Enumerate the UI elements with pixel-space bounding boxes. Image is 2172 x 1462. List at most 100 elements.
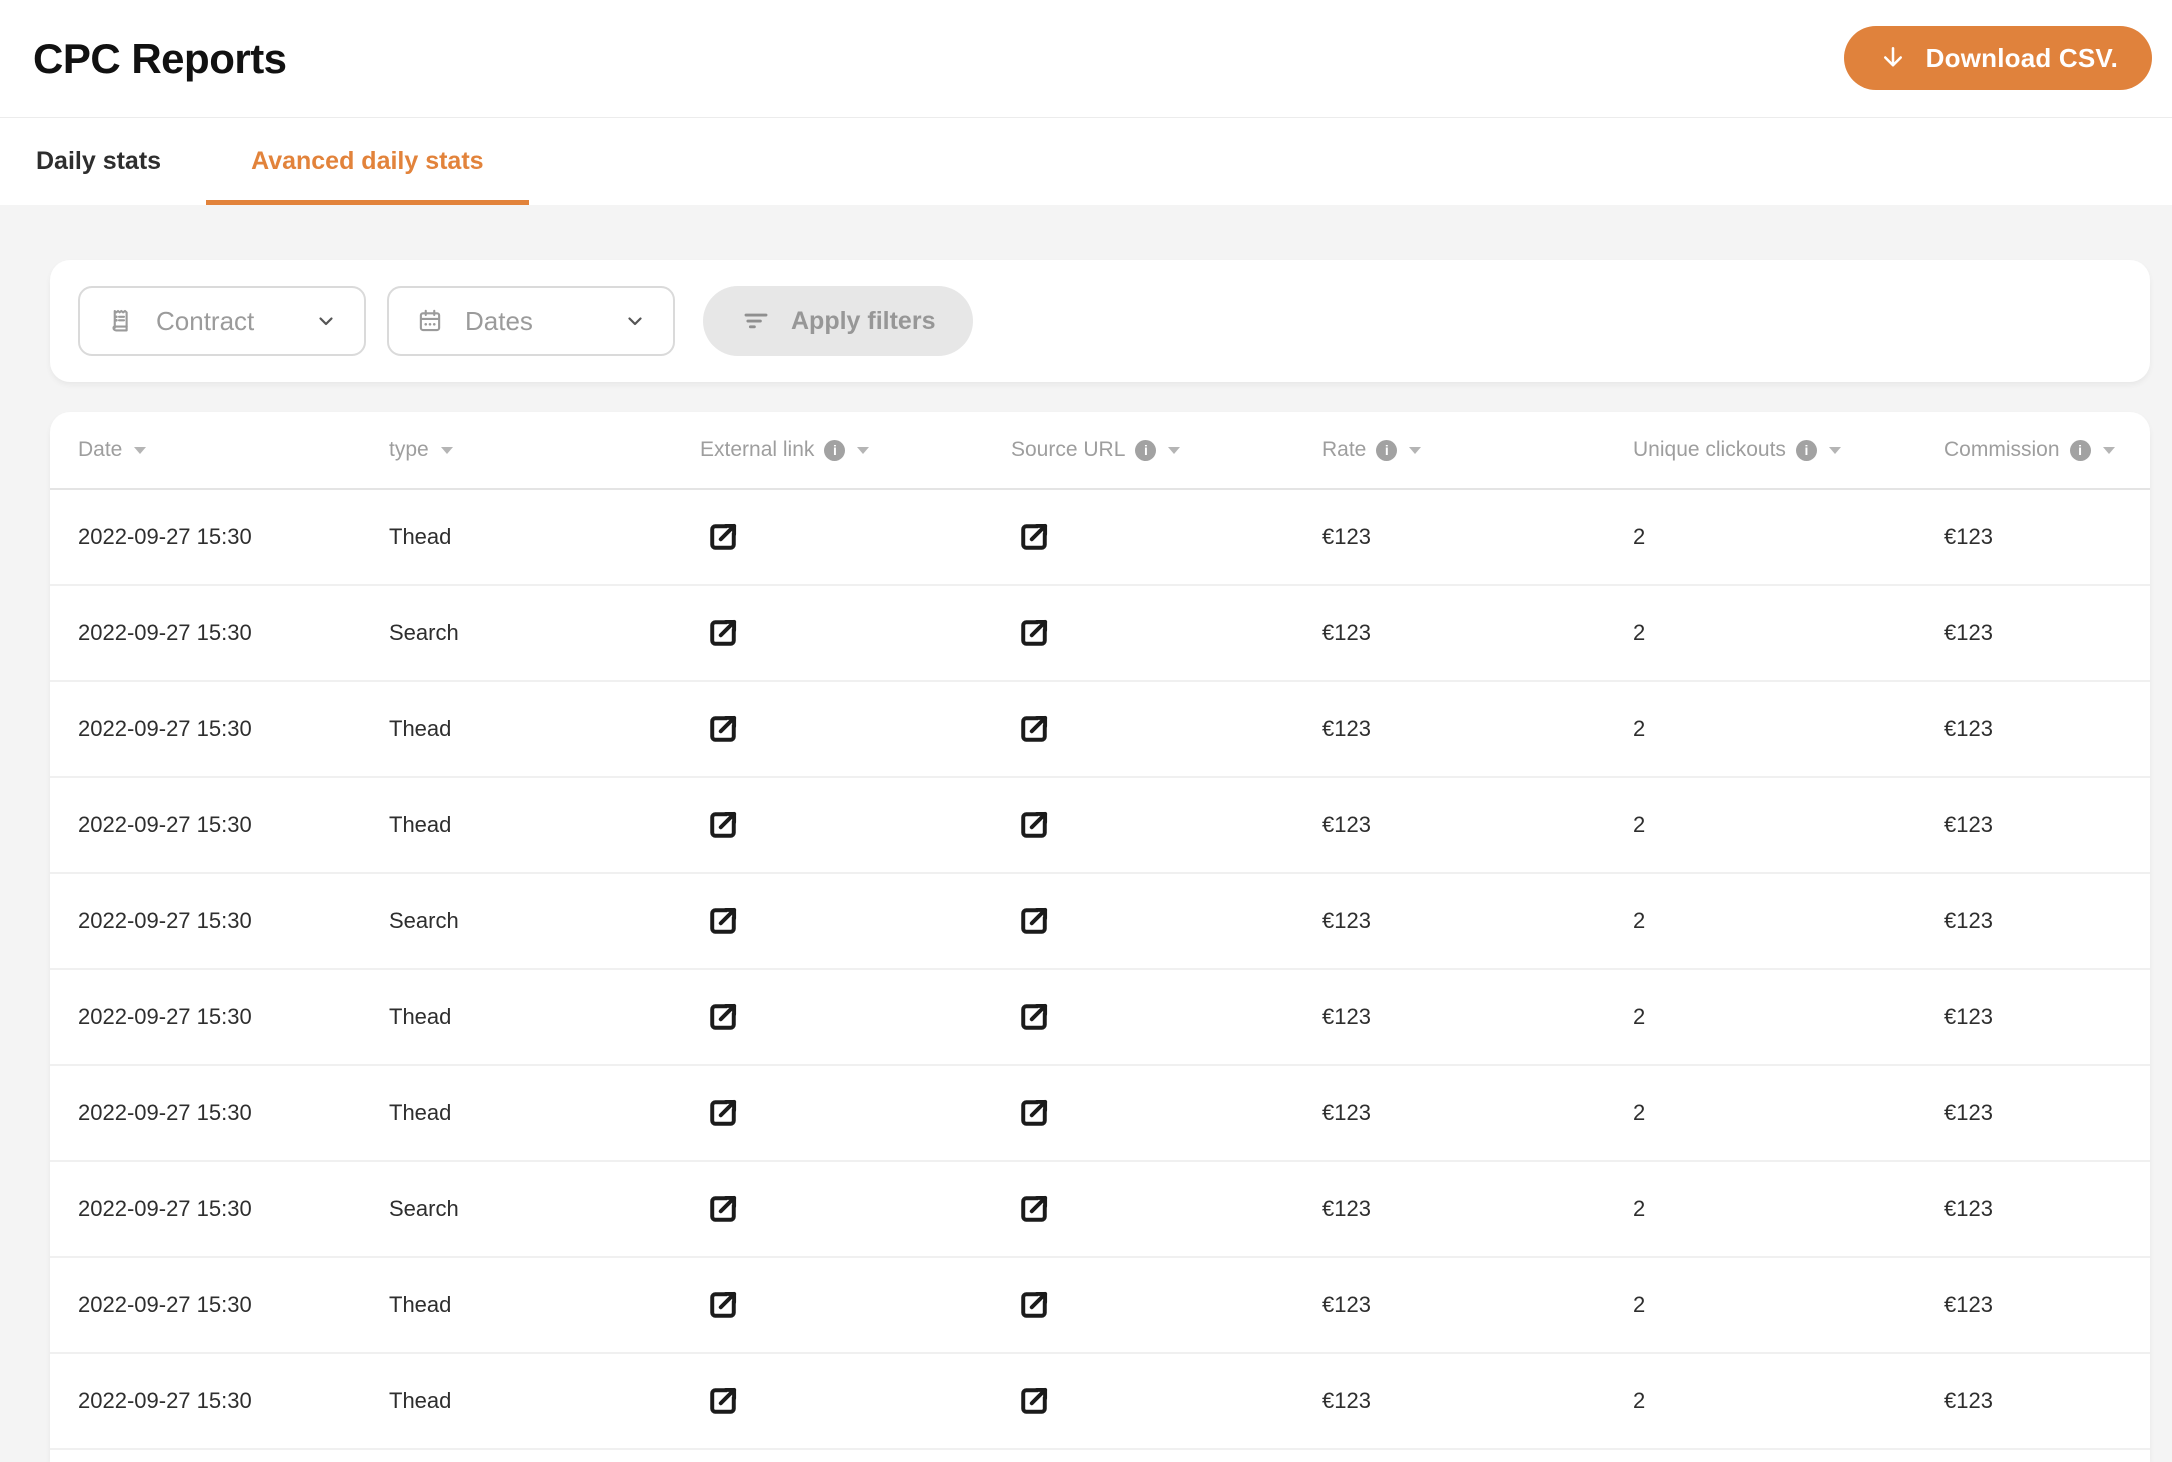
cell-commission: €123 (1916, 620, 2150, 646)
column-header-external-link[interactable]: External link i (672, 438, 983, 462)
cell-type: Thead (361, 524, 672, 550)
column-label: Commission (1944, 438, 2060, 461)
sort-caret-icon[interactable] (1828, 446, 1841, 454)
cell-unique-clickouts: 2 (1605, 1196, 1916, 1222)
apply-filters-button[interactable]: Apply filters (703, 286, 974, 356)
sort-caret-icon[interactable] (1409, 446, 1422, 454)
dates-select-value: Dates (465, 305, 533, 336)
column-header-rate[interactable]: Rate i (1294, 438, 1605, 462)
unique-clickouts-value: 2 (1633, 524, 1646, 549)
info-icon[interactable]: i (1135, 439, 1157, 461)
table-row: 2022-09-27 15:30 Thead €123 2 €123 (50, 1258, 2150, 1354)
download-csv-button[interactable]: Download CSV. (1843, 26, 2152, 90)
cell-unique-clickouts: 2 (1605, 1292, 1916, 1318)
date-value: 2022-09-27 15:30 (78, 524, 252, 549)
cell-source-url (983, 518, 1294, 556)
cell-commission: €123 (1916, 524, 2150, 550)
chevron-down-icon (314, 309, 338, 333)
unique-clickouts-value: 2 (1633, 620, 1646, 645)
cell-source-url (983, 1094, 1294, 1132)
cell-external-link (672, 1286, 983, 1324)
commission-value: €123 (1944, 1388, 1993, 1413)
date-value: 2022-09-27 15:30 (78, 1388, 252, 1413)
column-header-unique-clickouts[interactable]: Unique clickouts i (1605, 438, 1916, 462)
external-link-icon[interactable] (704, 710, 742, 748)
column-label: Unique clickouts (1633, 438, 1786, 461)
column-header-commission[interactable]: Commission i (1916, 438, 2150, 462)
cell-commission: €123 (1916, 1196, 2150, 1222)
table-row: 2022-09-27 15:30 Thead €123 2 €123 (50, 682, 2150, 778)
type-value: Thead (389, 812, 452, 837)
commission-value: €123 (1944, 1100, 1993, 1125)
commission-value: €123 (1944, 1196, 1993, 1221)
column-label: Source URL (1011, 438, 1126, 461)
sort-caret-icon[interactable] (2102, 446, 2115, 454)
source-url-link-icon[interactable] (1015, 1286, 1053, 1324)
sort-caret-icon[interactable] (134, 446, 147, 454)
external-link-icon[interactable] (704, 1190, 742, 1228)
source-url-link-icon[interactable] (1015, 806, 1053, 844)
info-icon[interactable]: i (1795, 439, 1817, 461)
cell-date: 2022-09-27 15:30 (50, 908, 361, 934)
date-value: 2022-09-27 15:30 (78, 1100, 252, 1125)
external-link-icon[interactable] (704, 998, 742, 1036)
filter-lines-icon (741, 306, 771, 336)
source-url-link-icon[interactable] (1015, 1382, 1053, 1420)
source-url-link-icon[interactable] (1015, 710, 1053, 748)
apply-filters-label: Apply filters (791, 306, 936, 335)
type-value: Search (389, 1196, 459, 1221)
rate-value: €123 (1322, 716, 1371, 741)
cell-unique-clickouts: 2 (1605, 1100, 1916, 1126)
sort-caret-icon[interactable] (857, 446, 870, 454)
cell-date: 2022-09-27 15:30 (50, 1004, 361, 1030)
table-row: 2022-09-27 15:30 Thead €123 2 €123 (50, 970, 2150, 1066)
column-header-source-url[interactable]: Source URL i (983, 438, 1294, 462)
cell-date: 2022-09-27 15:30 (50, 812, 361, 838)
download-csv-label: Download CSV. (1925, 42, 2118, 73)
column-header-date[interactable]: Date (50, 438, 361, 462)
unique-clickouts-value: 2 (1633, 908, 1646, 933)
info-icon[interactable]: i (2069, 439, 2091, 461)
table-row: 2022-09-27 15:30 Search €123 2 €123 (50, 586, 2150, 682)
cell-rate: €123 (1294, 716, 1605, 742)
column-label: type (389, 438, 429, 461)
unique-clickouts-value: 2 (1633, 812, 1646, 837)
cell-type: Thead (361, 1100, 672, 1126)
cell-type: Thead (361, 1388, 672, 1414)
dates-select[interactable]: Dates (387, 286, 675, 356)
cell-commission: €123 (1916, 812, 2150, 838)
tab-daily-stats[interactable]: Daily stats (36, 118, 206, 205)
source-url-link-icon[interactable] (1015, 614, 1053, 652)
table-row: 2022-09-27 15:30 Search €123 2 €123 (50, 874, 2150, 970)
external-link-icon[interactable] (704, 1094, 742, 1132)
sort-caret-icon[interactable] (440, 446, 453, 454)
source-url-link-icon[interactable] (1015, 1190, 1053, 1228)
external-link-icon[interactable] (704, 1382, 742, 1420)
cell-external-link (672, 710, 983, 748)
source-url-link-icon[interactable] (1015, 998, 1053, 1036)
cell-external-link (672, 518, 983, 556)
cell-commission: €123 (1916, 908, 2150, 934)
cell-commission: €123 (1916, 1004, 2150, 1030)
source-url-link-icon[interactable] (1015, 1094, 1053, 1132)
source-url-link-icon[interactable] (1015, 518, 1053, 556)
external-link-icon[interactable] (704, 1286, 742, 1324)
contract-select[interactable]: Contract (78, 286, 366, 356)
page-header: CPC Reports Download CSV. (0, 0, 2172, 117)
cell-rate: €123 (1294, 908, 1605, 934)
external-link-icon[interactable] (704, 806, 742, 844)
info-icon[interactable]: i (824, 439, 846, 461)
sort-caret-icon[interactable] (1168, 446, 1181, 454)
external-link-icon[interactable] (704, 902, 742, 940)
cell-source-url (983, 1382, 1294, 1420)
date-value: 2022-09-27 15:30 (78, 1196, 252, 1221)
column-header-type[interactable]: type (361, 438, 672, 462)
source-url-link-icon[interactable] (1015, 902, 1053, 940)
cell-rate: €123 (1294, 1196, 1605, 1222)
external-link-icon[interactable] (704, 518, 742, 556)
external-link-icon[interactable] (704, 614, 742, 652)
tab-advanced-daily-stats[interactable]: Avanced daily stats (206, 118, 529, 205)
date-value: 2022-09-27 15:30 (78, 812, 252, 837)
cell-external-link (672, 1382, 983, 1420)
info-icon[interactable]: i (1376, 439, 1398, 461)
